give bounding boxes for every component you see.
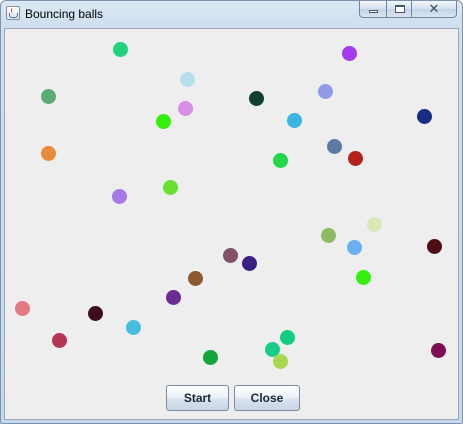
bouncing-ball	[272, 353, 288, 369]
bouncing-ball	[51, 332, 67, 348]
caption-buttons: ✕	[359, 1, 457, 19]
bouncing-ball	[177, 100, 193, 116]
close-window-button[interactable]: ✕	[412, 1, 457, 18]
bouncing-ball	[286, 112, 302, 128]
bouncing-ball	[326, 138, 342, 154]
bouncing-ball	[426, 238, 442, 254]
app-window: Bouncing balls ✕ Start Close	[0, 0, 463, 424]
bouncing-ball	[125, 319, 141, 335]
bouncing-ball	[416, 108, 432, 124]
bouncing-ball	[279, 329, 295, 345]
minimize-icon	[369, 10, 378, 13]
close-button[interactable]: Close	[234, 385, 300, 411]
window-title: Bouncing balls	[25, 7, 104, 21]
bouncing-ball	[355, 269, 371, 285]
bouncing-ball	[366, 216, 382, 232]
bouncing-ball	[162, 179, 178, 195]
ball-layer	[5, 29, 458, 419]
bouncing-ball	[317, 83, 333, 99]
bouncing-ball	[179, 71, 195, 87]
bouncing-ball	[320, 227, 336, 243]
bouncing-ball	[272, 152, 288, 168]
bouncing-ball	[40, 145, 56, 161]
close-icon: ✕	[428, 1, 440, 16]
bouncing-ball	[248, 90, 264, 106]
minimize-button[interactable]	[359, 1, 386, 18]
bouncing-ball	[40, 88, 56, 104]
bouncing-ball	[187, 270, 203, 286]
ball-canvas-panel: Start Close	[4, 28, 459, 420]
bouncing-ball	[347, 150, 363, 166]
bouncing-ball	[341, 45, 357, 61]
bouncing-ball	[14, 300, 30, 316]
bouncing-ball	[155, 113, 171, 129]
button-bar: Start Close	[5, 385, 458, 411]
start-button[interactable]: Start	[166, 385, 229, 411]
bouncing-ball	[430, 342, 446, 358]
bouncing-ball	[202, 349, 218, 365]
bouncing-ball	[165, 289, 181, 305]
bouncing-ball	[346, 239, 362, 255]
bouncing-ball	[87, 305, 103, 321]
bouncing-ball	[222, 247, 238, 263]
java-coffee-cup-icon[interactable]	[6, 6, 20, 20]
bouncing-ball	[241, 255, 257, 271]
maximize-button[interactable]	[386, 1, 412, 18]
bouncing-ball	[111, 188, 127, 204]
bouncing-ball	[112, 41, 128, 57]
title-bar[interactable]: Bouncing balls ✕	[1, 1, 462, 27]
maximize-icon	[395, 5, 405, 13]
